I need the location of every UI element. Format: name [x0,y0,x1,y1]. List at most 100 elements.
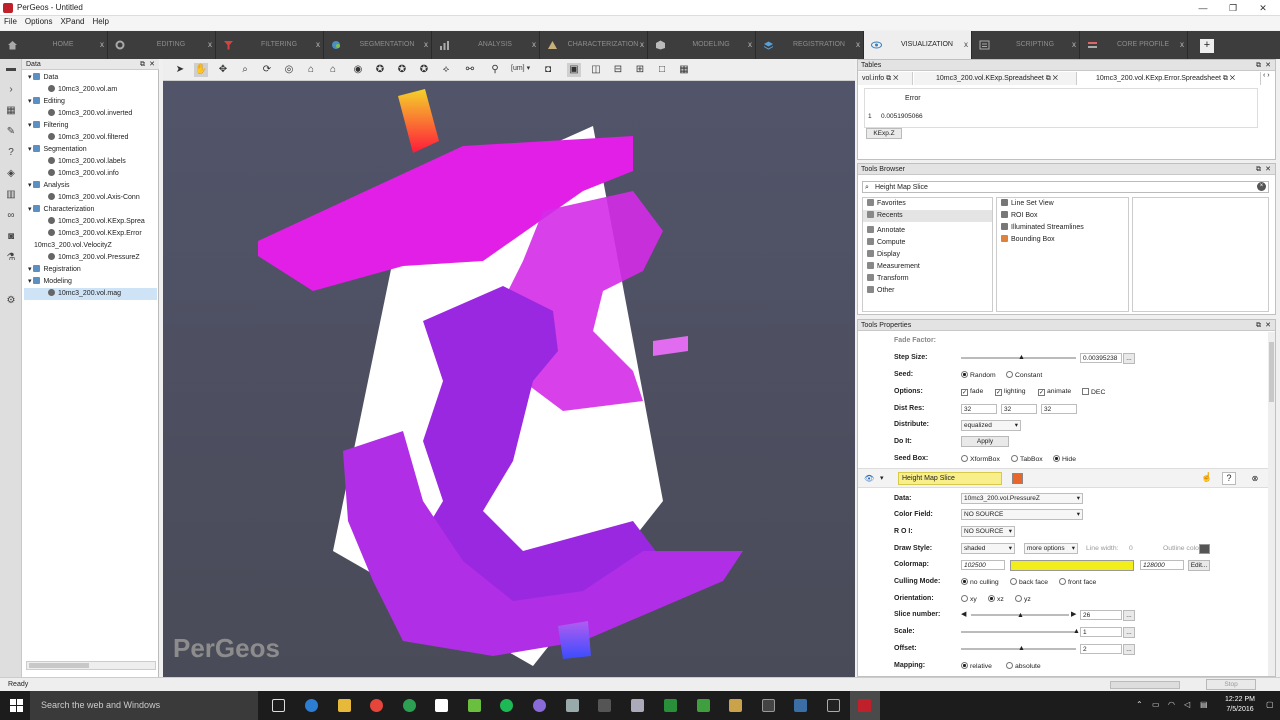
tab-vol-info[interactable]: vol.info ⧉ ✕ [858,72,913,85]
seed-box-xformbox-radio[interactable]: XformBox [961,455,1000,463]
menu-help[interactable]: Help [89,16,113,27]
properties-scrollbar[interactable] [1268,332,1275,676]
tab-close-icon[interactable]: x [1072,31,1076,59]
apply-button[interactable]: Apply [961,436,1009,447]
view-x-icon[interactable]: ✪ [373,63,387,77]
tool-result-item[interactable]: Bounding Box [997,234,1128,246]
lighting-checkbox[interactable]: ✓ lighting [995,388,1026,396]
unity-icon[interactable] [762,699,775,712]
interact-hand-icon[interactable]: ✋ [194,63,208,77]
chrome-alt-icon[interactable] [403,699,416,712]
data-port-dropdown[interactable]: 10mc3_200.vol.PressureZ ▾ [961,493,1083,504]
tab-visualization[interactable]: VISUALIZATION x [864,31,972,59]
tool-result-item[interactable]: ROI Box [997,210,1128,222]
orientation-xz-radio[interactable]: xz [988,595,1004,603]
app-green-icon[interactable] [664,699,677,712]
slice-number-more-button[interactable]: ... [1123,610,1135,621]
expand-arrow-icon[interactable]: › [5,84,17,96]
outline-color-swatch[interactable] [1199,544,1210,554]
tab-modeling[interactable]: MODELING x [648,31,756,59]
tree-folder[interactable]: ▾ Registration [24,264,157,276]
tab-scroll-arrows[interactable]: ‹ › [1263,72,1270,79]
collapse-chevron-icon[interactable]: ▾ [880,474,884,482]
menu-icon[interactable]: ▬ [5,63,17,75]
step-size-field[interactable]: 0.00395238 [1080,353,1122,363]
draw-style-dropdown[interactable]: shaded ▾ [961,543,1015,554]
layout-two-icon[interactable]: ◫ [589,63,603,77]
scale-field[interactable]: 1 [1080,627,1122,637]
float-panel-icon[interactable]: ⧉ [1256,164,1261,175]
step-size-more-button[interactable]: ... [1123,353,1135,364]
tree-item[interactable]: 10mc3_200.vol.KExp.Sprea [24,216,157,228]
tree-item[interactable]: 10mc3_200.vol.info [24,168,157,180]
close-panel-icon[interactable]: ✕ [149,59,155,70]
offset-field[interactable]: 2 [1080,644,1122,654]
tool-category-item[interactable]: Compute [863,237,992,249]
tree-item[interactable]: 10mc3_200.vol.filtered [24,132,157,144]
fullscreen-icon[interactable]: □ [655,63,669,77]
windows-start-icon[interactable] [10,699,23,712]
minimize-button[interactable]: — [1188,1,1218,15]
close-panel-icon[interactable]: ✕ [1265,60,1271,71]
perspective-icon[interactable]: ◉ [351,63,365,77]
tray-network-icon[interactable]: ▭ [1152,700,1160,709]
clear-search-icon[interactable]: × [1257,182,1266,191]
tab-home[interactable]: HOME x [0,31,108,59]
tab-close-icon[interactable]: x [424,31,428,59]
tray-wifi-icon[interactable]: ◠ [1168,700,1175,709]
tab-close-icon[interactable]: x [316,31,320,59]
app-sphere-icon[interactable] [533,699,546,712]
menu-options[interactable]: Options [21,16,57,27]
offset-slider[interactable]: ▲ [961,644,1076,653]
orientation-yz-radio[interactable]: yz [1015,595,1031,603]
colormap-bar[interactable] [1010,560,1134,571]
tool-result-item[interactable]: Line Set View [997,198,1128,210]
translate-icon[interactable]: ✥ [216,63,230,77]
app-plane-icon[interactable] [729,699,742,712]
tree-item[interactable]: 10mc3_200.vol.PressureZ [24,252,157,264]
render-canvas[interactable]: PerGeos [163,81,855,677]
layout-single-icon[interactable]: ▣ [567,63,581,77]
float-panel-icon[interactable]: ⧉ [1256,60,1261,71]
tree-folder[interactable]: ▾ Filtering [24,120,157,132]
seed-constant-radio[interactable]: Constant [1006,371,1042,379]
menu-xpand[interactable]: XPand [56,16,88,27]
stereo-icon[interactable]: ⚯ [463,63,477,77]
close-window-button[interactable]: ✕ [1248,1,1278,15]
more-options-dropdown[interactable]: more options ▾ [1024,543,1078,554]
table-icon[interactable]: ▦ [5,105,17,117]
dec-checkbox[interactable]: DEC [1082,388,1105,396]
float-panel-icon[interactable]: ⧉ [140,59,145,70]
tab-close-icon[interactable]: x [748,31,752,59]
tree-folder[interactable]: ▾ Segmentation [24,144,157,156]
seed-box-hide-radio[interactable]: Hide [1053,455,1076,463]
tab-scripting[interactable]: SCRIPTING x [972,31,1080,59]
slice-number-field[interactable]: 26 [1080,610,1122,620]
tree-item[interactable]: 10mc3_200.vol.mag [24,288,157,300]
dist-res-y-field[interactable]: 32 [1001,404,1037,414]
layout-split-icon[interactable]: ⊟ [611,63,625,77]
tree-folder[interactable]: ▾ Editing [24,96,157,108]
tree-item[interactable]: 10mc3_200.vol.KExp.Error [24,228,157,240]
tab-segmentation[interactable]: SEGMENTATION x [324,31,432,59]
seed-box-tabbox-radio[interactable]: TabBox [1011,455,1043,463]
tool-category-item[interactable]: Annotate [863,225,992,237]
tree-folder[interactable]: ▾ Data [24,72,157,84]
app-grid-icon[interactable] [468,699,481,712]
store-icon[interactable] [435,699,448,712]
tab-kexp-z[interactable]: KExp.Z [866,128,902,139]
view-z-icon[interactable]: ✪ [417,63,431,77]
seed-random-radio[interactable]: Random [961,371,996,379]
slice-number-slider[interactable]: ◀ ▲ ▶ [961,610,1079,620]
app-blackgear-icon[interactable] [827,699,840,712]
tab-close-icon[interactable]: x [208,31,212,59]
rotate-icon[interactable]: ⟳ [260,63,274,77]
scale-more-button[interactable]: ... [1123,627,1135,638]
roi-dropdown[interactable]: NO SOURCE ▾ [961,526,1015,537]
tab-close-icon[interactable]: x [100,31,104,59]
offset-more-button[interactable]: ... [1123,644,1135,655]
settings-gear-icon[interactable]: ⚙ [5,295,17,307]
mapping-relative-radio[interactable]: relative [961,662,992,670]
module-color-swatch[interactable] [1012,473,1023,484]
file-explorer-icon[interactable] [338,699,351,712]
